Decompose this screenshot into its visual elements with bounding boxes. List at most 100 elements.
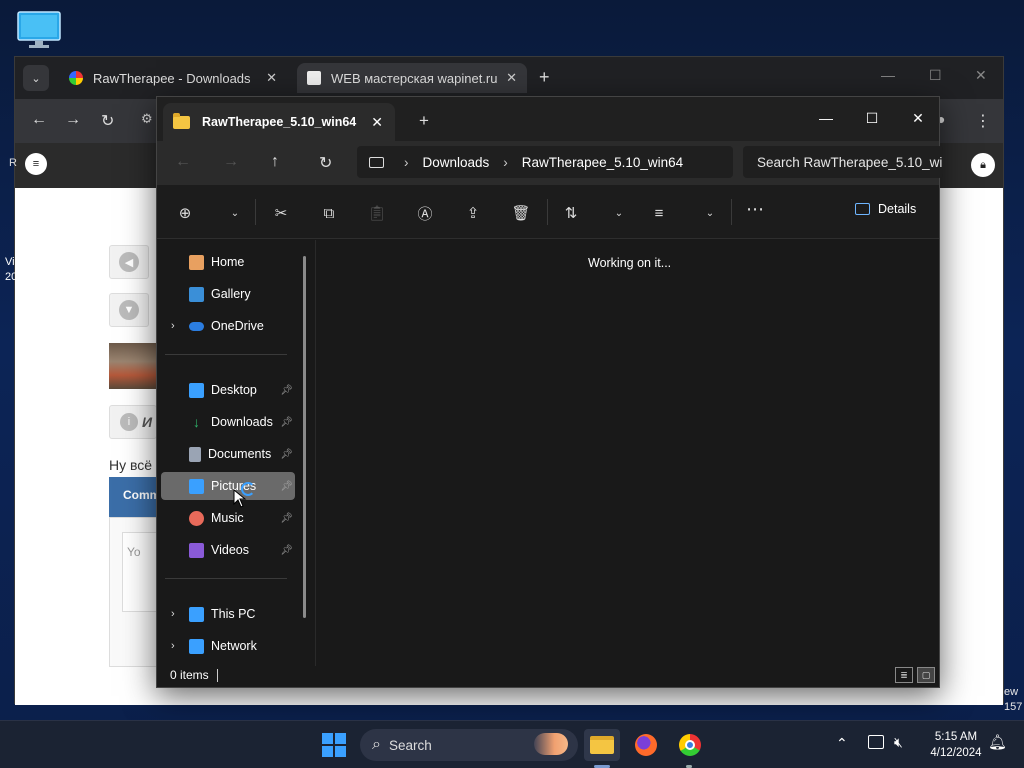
- new-tab-button[interactable]: +: [419, 111, 429, 131]
- refresh-icon[interactable]: ↻: [319, 153, 332, 173]
- copy-icon[interactable]: ⧉: [319, 203, 339, 223]
- network-icon: [189, 638, 204, 654]
- cut-icon[interactable]: ✂: [271, 203, 291, 223]
- search-input[interactable]: Search RawTherapee_5.10_win64: [743, 146, 943, 178]
- taskbar: ⌕ Search ⌃ 🔇︎ 5:15 AM 4/12/2024 🔔︎: [0, 720, 1024, 768]
- delete-icon[interactable]: 🗑︎: [511, 203, 531, 223]
- browser-tab-strip: ⌄ RawTherapee - Downloads ✕ WEB мастерск…: [15, 57, 1003, 99]
- navigation-pane: Home Gallery › OneDrive Desktop 📌︎ ↓ Dow…: [157, 240, 315, 666]
- chevron-right-icon: ›: [503, 154, 508, 170]
- browser-menu-icon[interactable]: ⋮: [975, 111, 991, 131]
- close-button[interactable]: ✕: [895, 103, 941, 133]
- new-item-icon[interactable]: ⊕: [175, 203, 195, 223]
- nav-item-onedrive[interactable]: › OneDrive: [161, 312, 295, 340]
- file-list-area[interactable]: Working on it...: [315, 240, 939, 666]
- notifications-bell-icon[interactable]: 🔔︎: [988, 733, 1007, 751]
- back-arrow-icon[interactable]: ←: [31, 111, 47, 129]
- nav-item-home[interactable]: Home: [161, 248, 295, 276]
- page-thumbnail-image[interactable]: [109, 343, 157, 389]
- chevron-down-icon[interactable]: ⌄: [609, 203, 629, 223]
- share-icon[interactable]: ⇪: [463, 203, 483, 223]
- chevron-right-icon[interactable]: ›: [171, 320, 175, 332]
- nav-item-this-pc[interactable]: › This PC: [161, 600, 295, 628]
- taskbar-chrome[interactable]: [672, 729, 708, 761]
- pin-icon: 📌︎: [280, 480, 293, 492]
- info-box: i И: [109, 405, 157, 439]
- more-options-icon[interactable]: ⋯: [745, 199, 765, 219]
- back-arrow-icon[interactable]: ←: [175, 153, 191, 171]
- cloud-icon: [189, 321, 204, 331]
- chevron-right-icon[interactable]: ›: [171, 640, 175, 652]
- taskbar-clock[interactable]: 5:15 AM 4/12/2024: [920, 729, 992, 761]
- forward-arrow-icon[interactable]: →: [223, 153, 239, 171]
- loading-message: Working on it...: [588, 256, 672, 270]
- command-bar: ⊕ ⌄ ✂ ⧉ 📋︎ Ⓐ ⇪ 🗑︎ ⇅ ⌄ ≡ ⌄ ⋯ Details: [157, 185, 939, 239]
- tab-search-button[interactable]: ⌄: [23, 65, 49, 91]
- search-icon: ⌕: [372, 736, 381, 753]
- download-circle-button[interactable]: ▼: [109, 293, 149, 327]
- firefox-icon: [635, 734, 657, 756]
- breadcrumb-current-folder[interactable]: RawTherapee_5.10_win64: [522, 155, 683, 170]
- hamburger-menu-icon[interactable]: ≡: [25, 153, 47, 175]
- nav-item-network[interactable]: › Network: [161, 632, 295, 660]
- browser-tab-rawtherapee[interactable]: RawTherapee - Downloads ✕: [59, 63, 287, 93]
- up-arrow-icon[interactable]: ↑: [271, 153, 279, 171]
- tiles-view-icon[interactable]: ▢: [917, 667, 935, 683]
- page-paragraph: Ну всё: [109, 457, 153, 473]
- chevron-down-icon[interactable]: ⌄: [225, 203, 245, 223]
- close-tab-icon[interactable]: ✕: [266, 70, 277, 86]
- close-tab-icon[interactable]: ✕: [506, 70, 517, 86]
- desktop-computer-icon[interactable]: [16, 10, 62, 50]
- details-button[interactable]: Details: [855, 202, 916, 216]
- browser-minimize-button[interactable]: —: [881, 67, 895, 83]
- paste-icon[interactable]: 📋︎: [367, 203, 387, 223]
- chevron-right-icon[interactable]: ›: [171, 608, 175, 620]
- chevron-down-icon[interactable]: ⌄: [700, 203, 720, 223]
- view-icon[interactable]: ≡: [649, 203, 669, 223]
- nav-item-documents[interactable]: Documents 📌︎: [161, 440, 295, 468]
- windows-start-icon[interactable]: [322, 733, 346, 757]
- browser-maximize-button[interactable]: ☐: [929, 67, 942, 84]
- show-hidden-icons-chevron-up-icon[interactable]: ⌃: [836, 735, 848, 752]
- minimize-button[interactable]: —: [803, 103, 849, 133]
- left-arrow-icon: ◀: [119, 252, 139, 272]
- nav-item-downloads[interactable]: ↓ Downloads 📌︎: [161, 408, 295, 436]
- nav-item-pictures[interactable]: Pictures 📌︎: [161, 472, 295, 500]
- videos-icon: [189, 542, 204, 558]
- reload-icon[interactable]: ↻: [101, 111, 114, 131]
- taskbar-search-box[interactable]: ⌕ Search: [360, 729, 578, 761]
- address-bar[interactable]: › Downloads › RawTherapee_5.10_win64: [357, 146, 733, 178]
- site-info-icon[interactable]: ⚙: [141, 111, 153, 127]
- clock-date: 4/12/2024: [930, 747, 982, 759]
- details-view-icon[interactable]: ≣: [895, 667, 913, 683]
- network-status-icon[interactable]: [868, 735, 884, 749]
- nav-divider: [165, 578, 287, 579]
- explorer-tab[interactable]: RawTherapee_5.10_win64 ✕: [163, 103, 395, 141]
- nav-item-desktop[interactable]: Desktop 📌︎: [161, 376, 295, 404]
- new-tab-button[interactable]: +: [539, 67, 550, 88]
- rename-icon[interactable]: Ⓐ: [415, 203, 435, 223]
- volume-muted-icon[interactable]: 🔇︎: [894, 734, 903, 751]
- forward-arrow-icon[interactable]: →: [65, 111, 81, 129]
- taskbar-firefox[interactable]: [628, 729, 664, 761]
- comments-tab[interactable]: Comm: [109, 477, 160, 517]
- browser-close-button[interactable]: ✕: [975, 67, 987, 84]
- music-icon: [189, 510, 204, 526]
- toolbar-divider: [255, 199, 256, 225]
- folder-icon: [173, 112, 190, 129]
- this-pc-icon: [369, 156, 384, 168]
- wapinet-favicon-icon: [307, 71, 321, 85]
- nav-scrollbar[interactable]: [303, 256, 306, 618]
- maximize-button[interactable]: ☐: [849, 103, 895, 133]
- back-circle-button[interactable]: ◀: [109, 245, 149, 279]
- nav-item-gallery[interactable]: Gallery: [161, 280, 295, 308]
- breadcrumb-downloads[interactable]: Downloads: [423, 155, 490, 170]
- page-edge-text: Vi: [5, 256, 15, 268]
- browser-tab-wapinet[interactable]: WEB мастерская wapinet.ru - В ✕: [297, 63, 527, 93]
- nav-item-videos[interactable]: Videos 📌︎: [161, 536, 295, 564]
- taskbar-file-explorer[interactable]: [584, 729, 620, 761]
- close-tab-icon[interactable]: ✕: [371, 114, 383, 131]
- nav-item-music[interactable]: Music 📌︎: [161, 504, 295, 532]
- lock-icon[interactable]: 🔒︎: [971, 153, 995, 177]
- sort-icon[interactable]: ⇅: [561, 203, 581, 223]
